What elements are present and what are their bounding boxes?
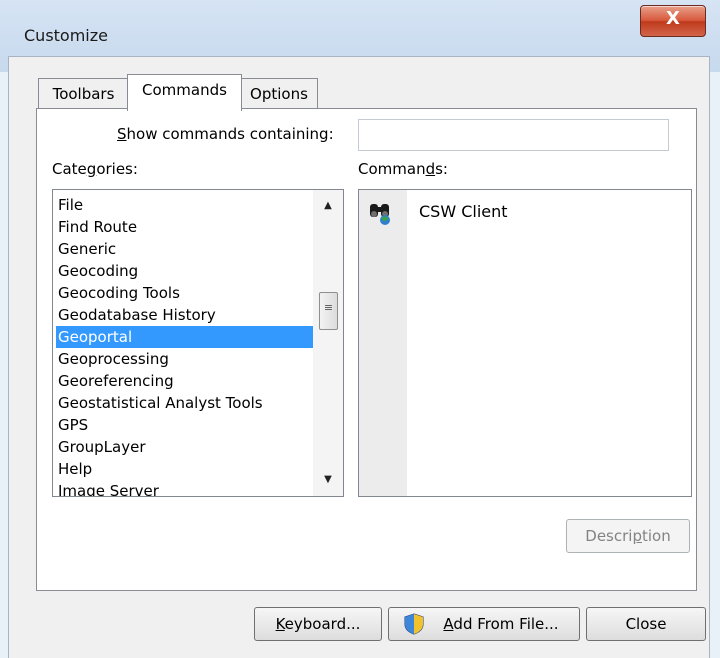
binoculars-icon — [370, 204, 390, 225]
customize-dialog: Customize X Toolbars Commands Options Sh… — [0, 0, 720, 658]
tab-options[interactable]: Options — [240, 78, 318, 109]
close-icon: X — [666, 8, 680, 29]
command-item-csw-client[interactable]: CSW Client — [419, 202, 508, 221]
description-button[interactable]: Description — [566, 519, 690, 553]
category-item-help[interactable]: Help — [56, 458, 315, 480]
scrollbar-thumb[interactable]: ≡ — [319, 292, 338, 330]
scroll-up-arrow-icon[interactable]: ▲ — [313, 196, 343, 216]
category-item-image-server[interactable]: Image Server — [56, 480, 315, 496]
category-item-file[interactable]: File — [56, 194, 315, 216]
uac-shield-icon — [404, 613, 424, 635]
category-item-generic[interactable]: Generic — [56, 238, 315, 260]
category-item-find-route[interactable]: Find Route — [56, 216, 315, 238]
category-item-grouplayer[interactable]: GroupLayer — [56, 436, 315, 458]
commands-label: Commands: — [358, 160, 448, 178]
window-close-button[interactable]: X — [640, 5, 706, 37]
categories-label: Categories: — [52, 160, 138, 178]
tab-toolbars[interactable]: Toolbars — [38, 78, 129, 109]
category-item-geoportal[interactable]: Geoportal — [56, 326, 315, 348]
category-item-geoprocessing[interactable]: Geoprocessing — [56, 348, 315, 370]
categories-scrollbar[interactable]: ▲ ≡ ▼ — [313, 190, 343, 496]
search-commands-input[interactable] — [358, 119, 669, 151]
category-item-gps[interactable]: GPS — [56, 414, 315, 436]
add-from-file-button[interactable]: Add From File... — [388, 607, 580, 641]
search-label: Show commands containing: — [117, 125, 334, 143]
close-button[interactable]: Close — [586, 607, 706, 641]
commands-list[interactable]: CSW Client — [358, 189, 692, 497]
window-title: Customize — [24, 26, 108, 45]
tab-commands[interactable]: Commands — [127, 74, 242, 111]
category-item-geodatabase-history[interactable]: Geodatabase History — [56, 304, 315, 326]
keyboard-button[interactable]: Keyboard... — [254, 607, 382, 641]
command-icon-column — [359, 190, 407, 496]
category-item-geocoding-tools[interactable]: Geocoding Tools — [56, 282, 315, 304]
category-item-geocoding[interactable]: Geocoding — [56, 260, 315, 282]
grip-icon: ≡ — [323, 301, 334, 314]
scroll-down-arrow-icon[interactable]: ▼ — [313, 470, 343, 490]
categories-list[interactable]: File Find Route Generic Geocoding Geocod… — [52, 189, 344, 497]
category-item-georeferencing[interactable]: Georeferencing — [56, 370, 315, 392]
category-item-geostatistical-analyst-tools[interactable]: Geostatistical Analyst Tools — [56, 392, 315, 414]
